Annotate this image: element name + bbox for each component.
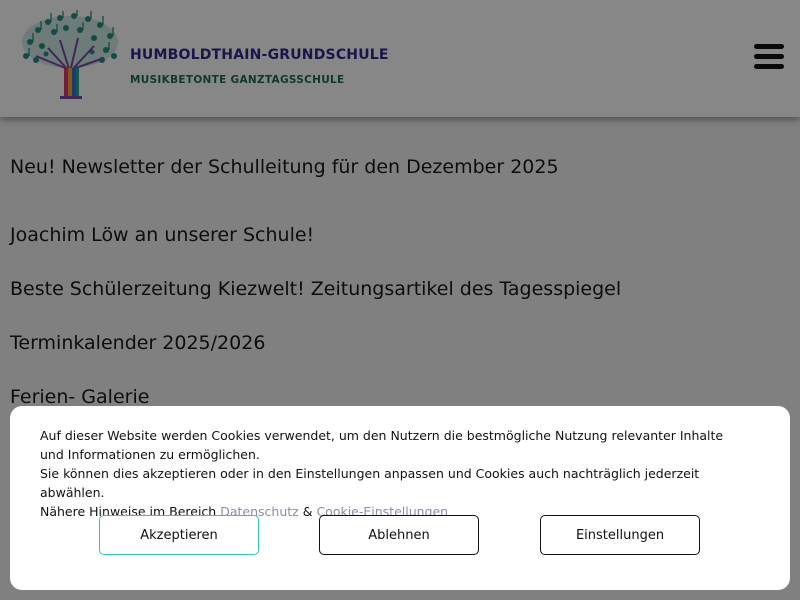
ampersand: & [302, 504, 313, 519]
cookie-text-line1: Auf dieser Website werden Cookies verwen… [40, 428, 724, 462]
cookie-banner: Auf dieser Website werden Cookies verwen… [10, 406, 790, 590]
settings-button[interactable]: Einstellungen [540, 515, 700, 555]
cookie-text: Auf dieser Website werden Cookies verwen… [40, 426, 750, 521]
cookie-text-line2: Sie können dies akzeptieren oder in den … [40, 466, 700, 500]
reject-button[interactable]: Ablehnen [319, 515, 479, 555]
accept-button[interactable]: Akzeptieren [99, 515, 259, 555]
